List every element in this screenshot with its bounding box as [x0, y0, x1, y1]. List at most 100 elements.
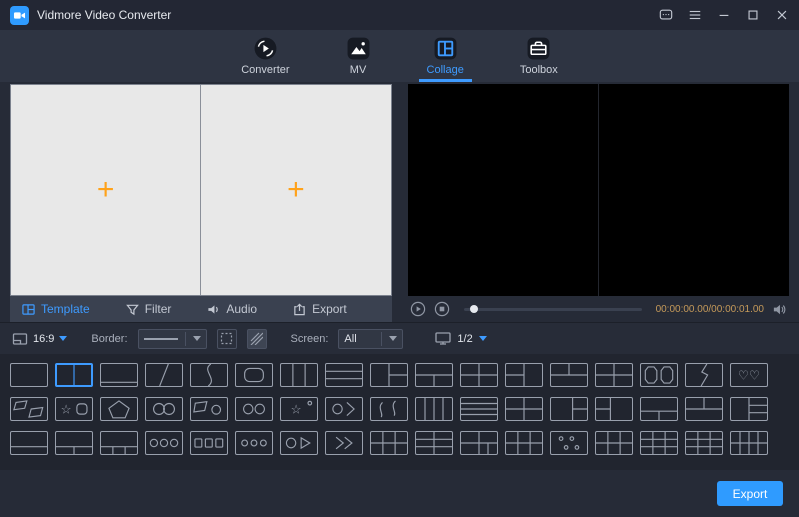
template-grid8[interactable]	[730, 431, 768, 455]
svg-text:♡♡: ♡♡	[738, 368, 760, 382]
template-h3[interactable]	[325, 363, 363, 387]
aspect-icon	[12, 332, 28, 346]
titlebar: Vidmore Video Converter	[0, 0, 799, 30]
time-display: 00:00:00.00/00:00:01.00	[656, 304, 764, 315]
template-round[interactable]	[235, 363, 273, 387]
screen-select[interactable]: All	[338, 329, 403, 349]
converter-icon	[253, 36, 278, 61]
play-button[interactable]	[410, 301, 426, 317]
template-curve[interactable]	[190, 363, 228, 387]
template-zig[interactable]	[685, 363, 723, 387]
template-l1r2w[interactable]	[550, 397, 588, 421]
tab-template-label: Template	[41, 302, 90, 316]
template-t1b2[interactable]	[415, 363, 453, 387]
footer-bar: Export	[0, 470, 799, 517]
template-gearflag[interactable]	[190, 397, 228, 421]
template-bstrip2[interactable]	[55, 431, 93, 455]
template-v[interactable]	[55, 363, 93, 387]
template-hex2[interactable]	[640, 363, 678, 387]
template-hearts[interactable]: ♡♡	[730, 363, 768, 387]
template-l1r3[interactable]	[730, 397, 768, 421]
template-grid9[interactable]	[640, 431, 678, 455]
template-t2b1[interactable]	[550, 363, 588, 387]
feedback-icon[interactable]	[659, 8, 673, 22]
template-dots[interactable]	[550, 431, 588, 455]
border-style-select[interactable]	[138, 329, 207, 349]
template-gridmix[interactable]	[460, 431, 498, 455]
tab-audio[interactable]: Audio	[207, 302, 257, 316]
tab-filter[interactable]: Filter	[126, 302, 172, 316]
template-page-control[interactable]: 1/2	[435, 331, 486, 346]
template-playpair[interactable]	[280, 431, 318, 455]
template-grid4[interactable]	[505, 397, 543, 421]
playback-controls: 00:00:00.00/00:00:01.00	[408, 296, 790, 322]
template-grid6[interactable]	[505, 431, 543, 455]
main-nav: Converter MV Collage Toolbox	[0, 30, 799, 82]
template-circ3[interactable]	[145, 431, 183, 455]
tab-template[interactable]: Template	[22, 302, 90, 316]
template-pent[interactable]	[100, 397, 138, 421]
template-grid4[interactable]	[595, 363, 633, 387]
border-hatch-button[interactable]	[247, 329, 267, 349]
tab-mv-label: MV	[350, 64, 367, 76]
template-flag2[interactable]	[10, 397, 48, 421]
template-diag[interactable]	[145, 363, 183, 387]
template-t1b2w[interactable]	[640, 397, 678, 421]
template-circ3s[interactable]	[235, 431, 273, 455]
collage-slot-1[interactable]: +	[11, 85, 200, 295]
template-starrect[interactable]: ☆	[55, 397, 93, 421]
template-grid4[interactable]	[460, 363, 498, 387]
template-bstrip3[interactable]	[100, 431, 138, 455]
template-circ2[interactable]	[145, 397, 183, 421]
menu-icon[interactable]	[688, 8, 702, 22]
template-l2r1[interactable]	[505, 363, 543, 387]
template-bstrip[interactable]	[10, 431, 48, 455]
tab-mv[interactable]: MV	[338, 30, 379, 82]
template-grid6v[interactable]	[415, 431, 453, 455]
template-grid6[interactable]	[370, 431, 408, 455]
aspect-ratio-control[interactable]: 16:9	[12, 332, 67, 346]
minimize-button[interactable]	[717, 8, 731, 22]
volume-icon[interactable]	[772, 302, 787, 317]
template-v4[interactable]	[415, 397, 453, 421]
page-indicator: 1/2	[457, 333, 472, 345]
template-fwd[interactable]	[325, 431, 363, 455]
close-button[interactable]	[775, 8, 789, 22]
template-grid: ♡♡ ☆ ☆	[0, 354, 799, 470]
collage-slot-2[interactable]: +	[200, 85, 390, 295]
tab-export-label: Export	[312, 302, 347, 316]
template-gearbracket[interactable]	[325, 397, 363, 421]
tab-collage[interactable]: Collage	[419, 30, 472, 82]
seek-slider[interactable]	[464, 308, 642, 311]
tab-converter-label: Converter	[241, 64, 289, 76]
template-grid6[interactable]	[595, 431, 633, 455]
template-icon	[22, 303, 35, 316]
monitor-icon	[435, 331, 451, 346]
template-v3[interactable]	[280, 363, 318, 387]
options-toolbar: 16:9 Border: Screen: All 1/2	[0, 322, 799, 354]
app-window: Vidmore Video Converter Converter	[0, 0, 799, 517]
screen-label: Screen:	[291, 333, 329, 345]
template-grid9[interactable]	[685, 431, 723, 455]
app-title: Vidmore Video Converter	[37, 8, 171, 22]
template-h4[interactable]	[460, 397, 498, 421]
border-dashed-button[interactable]	[217, 329, 237, 349]
tab-export[interactable]: Export	[293, 302, 347, 316]
template-blank[interactable]	[10, 363, 48, 387]
preview-half-left	[408, 84, 598, 296]
border-line-sample	[144, 338, 178, 340]
template-sq3[interactable]	[190, 431, 228, 455]
template-t2b1[interactable]	[685, 397, 723, 421]
seek-knob[interactable]	[470, 305, 478, 313]
tab-converter[interactable]: Converter	[233, 30, 297, 82]
template-swirl[interactable]	[370, 397, 408, 421]
template-l2r1w[interactable]	[595, 397, 633, 421]
template-h[interactable]	[100, 363, 138, 387]
template-starspark[interactable]: ☆	[280, 397, 318, 421]
template-oo[interactable]	[235, 397, 273, 421]
export-button[interactable]: Export	[717, 481, 783, 506]
stop-button[interactable]	[434, 301, 450, 317]
maximize-button[interactable]	[746, 8, 760, 22]
template-l1r2[interactable]	[370, 363, 408, 387]
tab-toolbox[interactable]: Toolbox	[512, 30, 566, 82]
